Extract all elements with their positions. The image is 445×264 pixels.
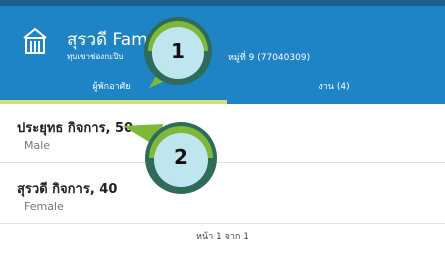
household-subtitle: ทุบเขาช่องกะปิบ [67, 52, 124, 61]
tab-tasks[interactable]: งาน (4) [223, 80, 445, 101]
member-name: ประยุทธ กิจการ, 50 [17, 121, 134, 136]
home-icon[interactable] [22, 26, 48, 56]
callout-badge-1: 1 [137, 12, 223, 98]
member-gender: Male [24, 139, 51, 152]
member-gender: Female [24, 200, 64, 213]
callout-number-1: 1 [171, 39, 185, 63]
pagination-label: หน้า 1 จาก 1 [196, 232, 249, 242]
callout-badge-2: 2 [117, 118, 227, 198]
household-address: หมู่ที่ 9 (77040309) [228, 53, 311, 63]
callout-number-2: 2 [174, 145, 188, 169]
member-name: สุรวดี กิจการ, 40 [17, 182, 118, 197]
